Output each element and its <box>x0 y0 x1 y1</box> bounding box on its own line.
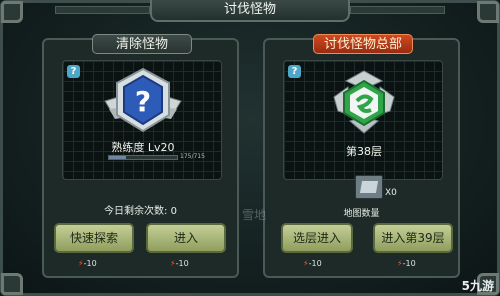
monster-display: ? ? 熟练度 Lv20 175/715 <box>62 60 222 180</box>
quick-explore-button[interactable]: 快速探索 <box>54 223 134 253</box>
watermark: 雪地 <box>242 208 267 222</box>
clear-monsters-panel: 清除怪物 ? ? 熟练度 Lv20 175/715 今日剩余次数: 0 快速探索… <box>42 34 239 278</box>
green-hq-emblem-icon <box>333 70 395 134</box>
monster-hq-panel: 讨伐怪物总部 ? 第38层 X0 地图数量 选层进入 进入第39层 ⚡-10 ⚡… <box>263 34 460 278</box>
frame-corner <box>477 1 499 23</box>
map-count: X0 <box>385 188 397 198</box>
select-floor-button[interactable]: 选层进入 <box>281 223 353 253</box>
mastery-progress-bar <box>108 155 178 160</box>
current-floor: 第38层 <box>346 145 382 158</box>
title-ornament <box>55 6 150 14</box>
site-logo: 5九游 <box>461 279 494 293</box>
energy-cost: ⚡-10 <box>78 259 97 268</box>
map-count-label: 地图数量 <box>343 209 380 219</box>
help-icon[interactable]: ? <box>67 65 80 78</box>
mastery-progress-fill <box>109 156 126 159</box>
frame-corner <box>1 273 23 295</box>
enter-floor-39-button[interactable]: 进入第39层 <box>373 223 453 253</box>
title-ornament <box>350 6 445 14</box>
panel-title: 清除怪物 <box>92 34 192 54</box>
question-shield-icon: ? <box>104 67 182 133</box>
remaining-attempts: 今日剩余次数: 0 <box>104 206 177 217</box>
mastery-progress-text: 175/715 <box>180 153 205 160</box>
enter-button[interactable]: 进入 <box>146 223 226 253</box>
map-scroll-icon <box>355 175 383 199</box>
panel-title: 讨伐怪物总部 <box>313 34 413 54</box>
energy-cost: ⚡-10 <box>397 259 416 268</box>
energy-cost: ⚡-10 <box>303 259 322 268</box>
help-icon[interactable]: ? <box>288 65 301 78</box>
hq-display: ? 第38层 <box>283 60 443 180</box>
energy-cost: ⚡-10 <box>170 259 189 268</box>
svg-text:?: ? <box>135 85 151 118</box>
window-title: 讨伐怪物 <box>150 0 350 22</box>
frame-corner <box>1 1 23 23</box>
